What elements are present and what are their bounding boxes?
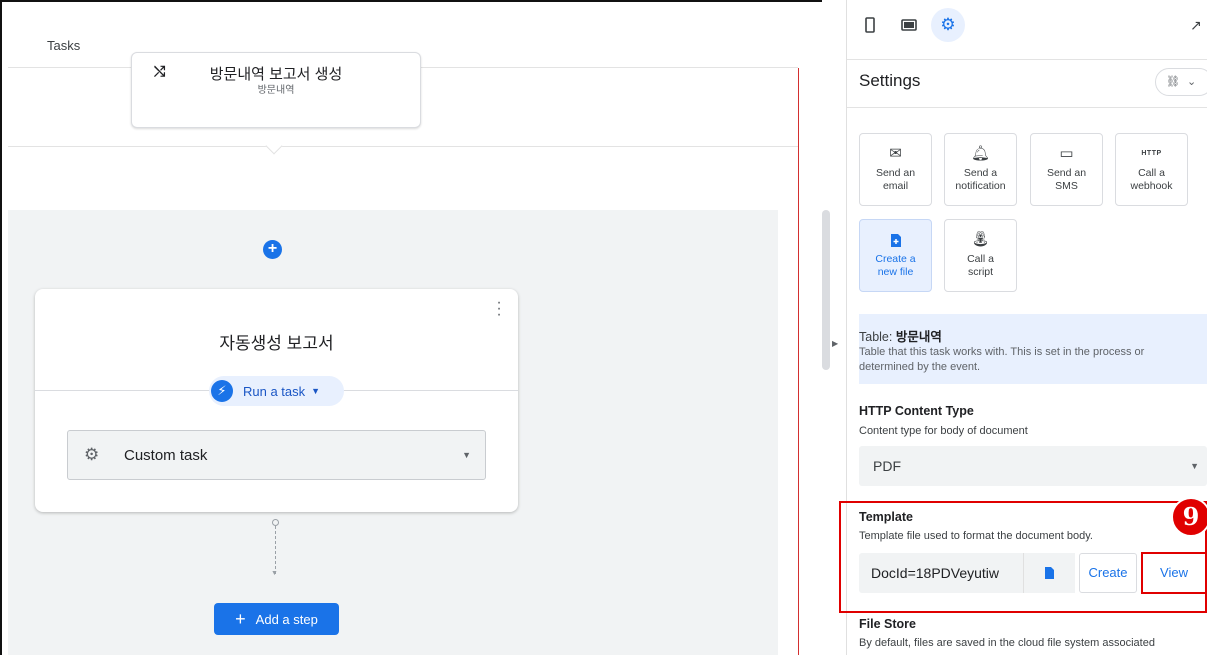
phone-icon: [865, 16, 875, 33]
action-label: Send an: [875, 167, 916, 179]
action-send-email[interactable]: ✉ Send an email: [859, 133, 932, 206]
action-label: Call a: [1138, 167, 1165, 179]
add-step-button[interactable]: + Add a step: [214, 603, 339, 635]
more-vert-icon[interactable]: · · ·: [496, 295, 502, 323]
chevron-down-icon: ⌄: [1187, 76, 1197, 88]
settings-title: Settings: [859, 71, 921, 90]
http-content-type-description: Content type for body of document: [859, 425, 1028, 437]
http-icon: HTTP: [1141, 150, 1162, 157]
file-add-icon: [860, 230, 931, 250]
caret-down-icon: ▼: [462, 450, 471, 460]
add-step-circle-button[interactable]: +: [263, 240, 282, 259]
action-label: script: [967, 266, 994, 278]
step-connector: [275, 526, 276, 574]
view-highlight-box: View: [1141, 552, 1207, 594]
frame-left-border: [0, 0, 2, 655]
file-store-title: File Store: [859, 617, 916, 631]
red-guide-line: [798, 68, 799, 655]
phone-view-button[interactable]: [853, 8, 887, 42]
bell-icon: 🔔︎: [970, 145, 991, 162]
tablet-icon: [901, 18, 917, 31]
gear-icon: ⚙: [84, 445, 100, 464]
caret-down-icon: ▼: [1190, 461, 1199, 471]
panel-toolbar: ⚙ ↗: [847, 0, 1207, 50]
trigger-card[interactable]: ⤭ 방문내역 보고서 생성 방문내역: [131, 52, 421, 128]
action-call-webhook[interactable]: HTTP Call a webhook: [1115, 133, 1188, 206]
chat-icon: ▭: [1059, 145, 1074, 162]
file-store-description: By default, files are saved in the cloud…: [859, 637, 1155, 649]
table-name: 방문내역: [895, 330, 942, 344]
http-content-type-value: PDF: [873, 458, 901, 474]
link-off-dropdown[interactable]: ⛓ ⌄: [1155, 68, 1207, 96]
caret-down-icon: ▼: [311, 386, 321, 396]
scrollbar-thumb[interactable]: [822, 210, 830, 370]
table-prefix: Table:: [859, 330, 896, 344]
action-label: new file: [877, 266, 914, 278]
settings-divider: [847, 107, 1207, 108]
action-send-sms[interactable]: ▭ Send an SMS: [1030, 133, 1103, 206]
action-call-script[interactable]: ⛲︎ Call a script: [944, 219, 1017, 292]
task-type-select[interactable]: ⚙ Custom task ▼: [67, 430, 486, 480]
action-label: Call a: [967, 253, 994, 265]
step-number-badge: 9: [1171, 497, 1207, 537]
add-step-label: Add a step: [255, 611, 318, 627]
page-title: Tasks: [47, 38, 81, 53]
table-info-box: Table: 방문내역 Table that this task works w…: [859, 314, 1207, 384]
run-task-label: Run a task: [243, 383, 306, 399]
table-info-line: Table: 방문내역: [859, 326, 942, 345]
action-create-new-file[interactable]: Create a new file: [859, 219, 932, 292]
frame-top-border: [0, 0, 822, 2]
action-label: Create a: [875, 253, 916, 265]
http-content-type-title: HTTP Content Type: [859, 404, 974, 418]
view-template-button[interactable]: View: [1143, 554, 1205, 592]
gear-icon: ⚙: [940, 15, 956, 34]
plus-icon: +: [235, 609, 246, 629]
bolt-icon: ⚡: [211, 380, 233, 402]
section-notch: [265, 137, 283, 155]
tablet-view-button[interactable]: [892, 8, 926, 42]
action-label: SMS: [1055, 180, 1078, 192]
connector-dot: [272, 519, 279, 526]
action-label: Send an: [1046, 167, 1087, 179]
run-task-chip[interactable]: ⚡ Run a task ▼: [209, 376, 344, 406]
settings-view-button[interactable]: ⚙: [931, 8, 965, 42]
collapse-arrow-icon[interactable]: ▶: [832, 339, 838, 348]
mail-icon: ✉: [889, 145, 902, 162]
script-icon: ⛲︎: [970, 231, 991, 248]
action-label: notification: [955, 180, 1006, 192]
link-off-icon: ⛓: [1166, 76, 1180, 88]
action-label: Send a: [963, 167, 998, 179]
trigger-card-subtitle: 방문내역: [257, 85, 295, 96]
arrow-down-icon: ▼: [271, 570, 278, 577]
section-divider: [8, 146, 798, 147]
action-label: email: [882, 180, 909, 192]
task-type-value: Custom task: [124, 446, 208, 464]
action-label: webhook: [1130, 180, 1173, 192]
table-description: Table that this task works with. This is…: [859, 346, 1145, 373]
toolbar-divider: [847, 59, 1207, 60]
step-card-title: 자동생성 보고서: [219, 334, 334, 353]
open-in-new-icon[interactable]: ↗: [1190, 17, 1202, 34]
http-content-type-select[interactable]: PDF ▼: [859, 446, 1207, 486]
task-editor-pane: Tasks ⤭ 방문내역 보고서 생성 방문내역 + · · · 자동생성 보고서 …: [0, 0, 822, 655]
step-card[interactable]: · · · 자동생성 보고서 ⚡ Run a task ▼ ⚙ Custom tas…: [35, 289, 518, 512]
action-send-notification[interactable]: 🔔︎ Send a notification: [944, 133, 1017, 206]
